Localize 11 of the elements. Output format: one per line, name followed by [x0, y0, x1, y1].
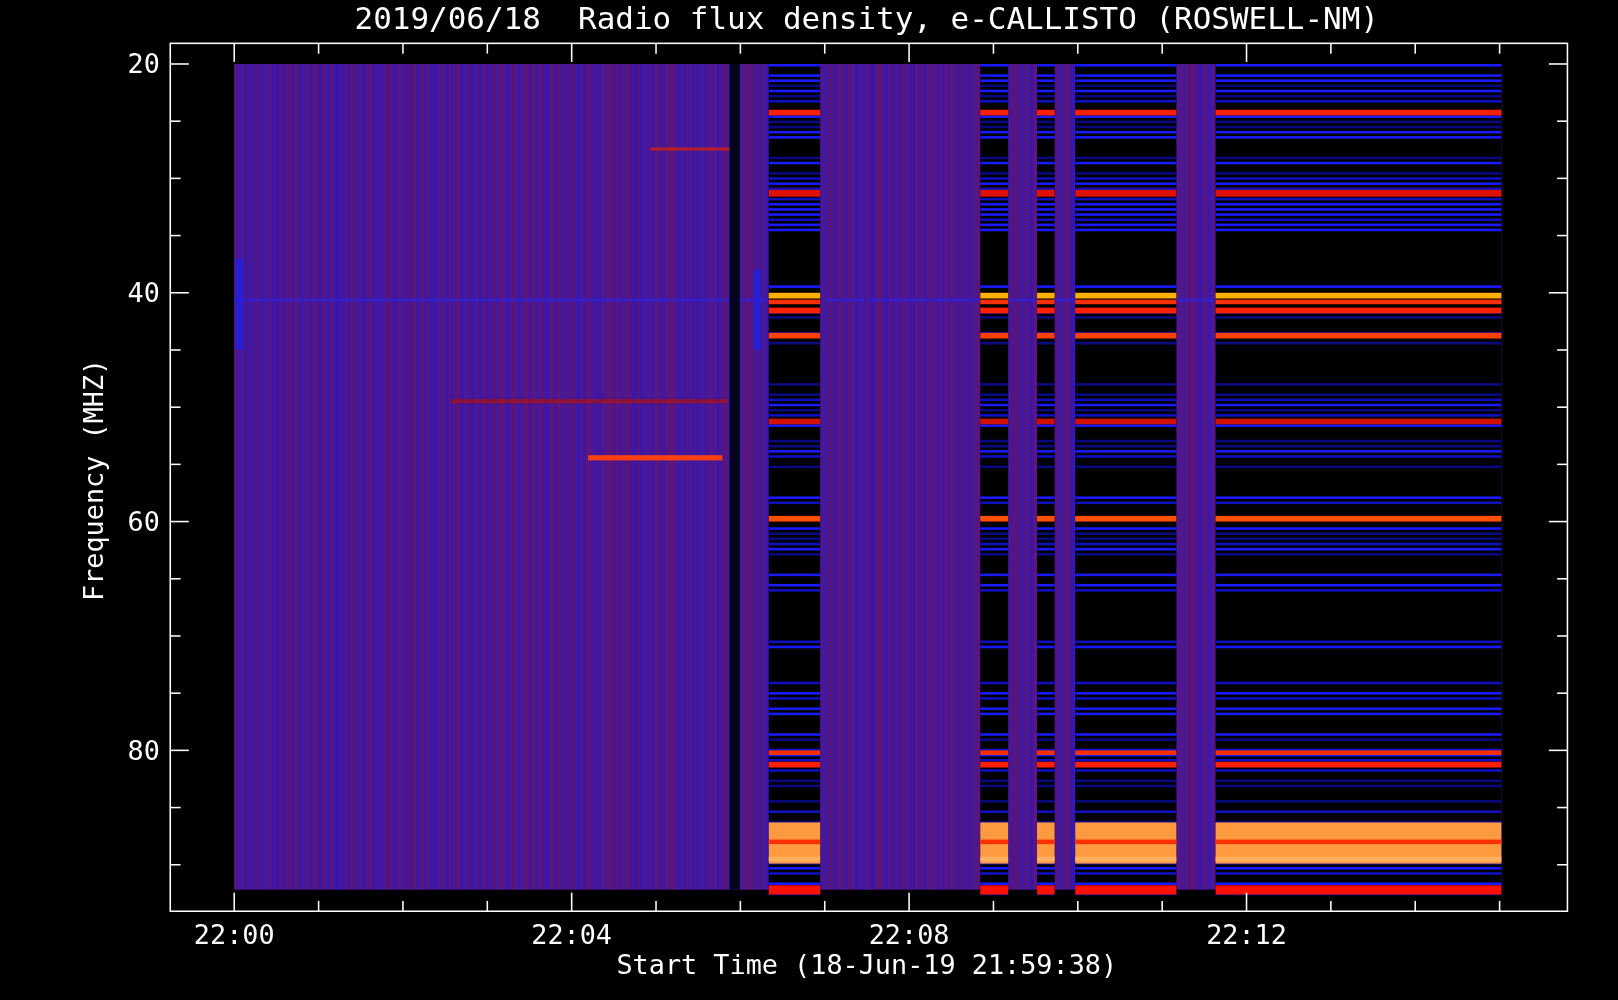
chart-title: 2019/06/18 Radio flux density, e-CALLISTO (ROSWELL-NM)	[354, 0, 1379, 36]
x-tick-label: 22:04	[531, 919, 613, 951]
y-tick-label: 60	[127, 505, 160, 537]
y-tick-label: 80	[127, 734, 160, 766]
x-tick-label: 22:00	[193, 919, 275, 951]
y-axis-label: Frequency (MHZ)	[78, 358, 110, 601]
x-tick-label: 22:12	[1206, 919, 1287, 951]
x-tick-label: 22:08	[868, 919, 950, 951]
y-tick-label: 40	[127, 277, 160, 309]
x-axis-label: Start Time (18-Jun-19 21:59:38)	[616, 949, 1118, 981]
y-tick-label: 20	[127, 48, 160, 80]
